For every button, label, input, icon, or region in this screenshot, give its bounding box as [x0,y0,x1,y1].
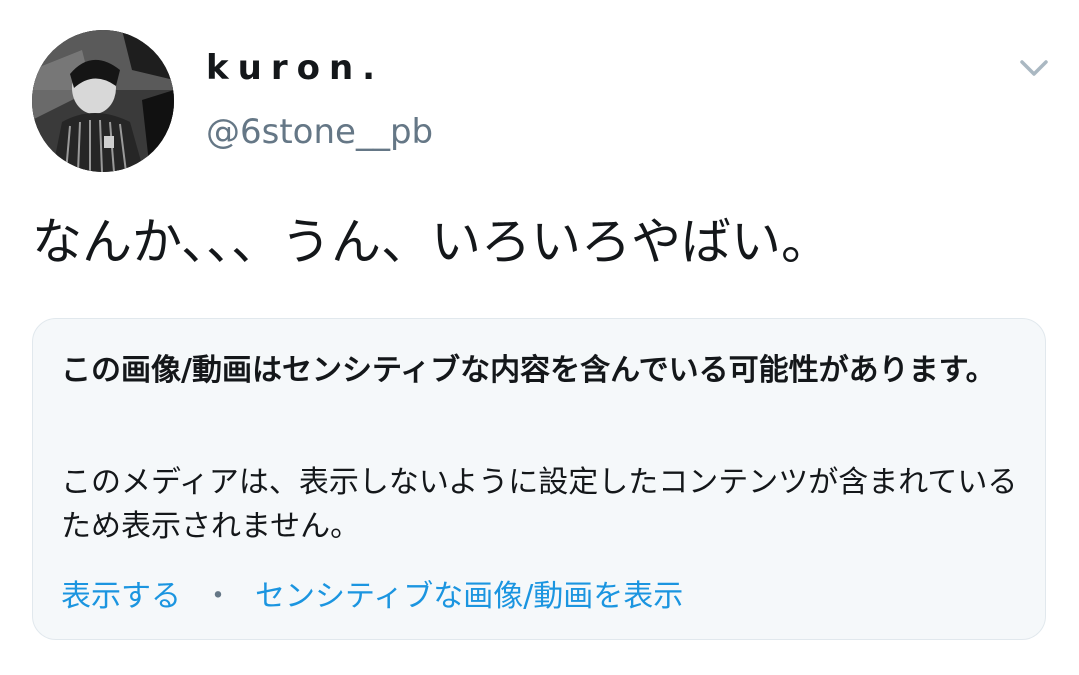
avatar-image [32,30,174,172]
display-name[interactable]: kuron. [206,48,384,88]
notice-title: この画像/動画はセンシティブな内容を含んでいる可能性があります。 [61,353,996,388]
sensitive-media-notice: この画像/動画はセンシティブな内容を含んでいる可能性があります。 このメディアは… [32,318,1046,640]
notice-description: このメディアは、表示しないように設定したコンテンツが含まれているため表示されませ… [61,465,1018,544]
tweet-text: なんか、、、うん、いろいろやばい。 [32,213,831,271]
chevron-down-icon[interactable] [1016,54,1052,82]
show-media-link[interactable]: 表示する [61,579,181,614]
sensitive-settings-link[interactable]: センシティブな画像/動画を表示 [255,579,683,614]
tweet: kuron. @6stone__pb なんか、、、うん、いろいろやばい。 この画… [0,0,1079,675]
user-handle[interactable]: @6stone__pb [206,112,433,152]
separator-dot: ・ [203,579,233,614]
notice-actions: 表示する・センシティブな画像/動画を表示 [61,575,683,619]
avatar[interactable] [32,30,174,172]
